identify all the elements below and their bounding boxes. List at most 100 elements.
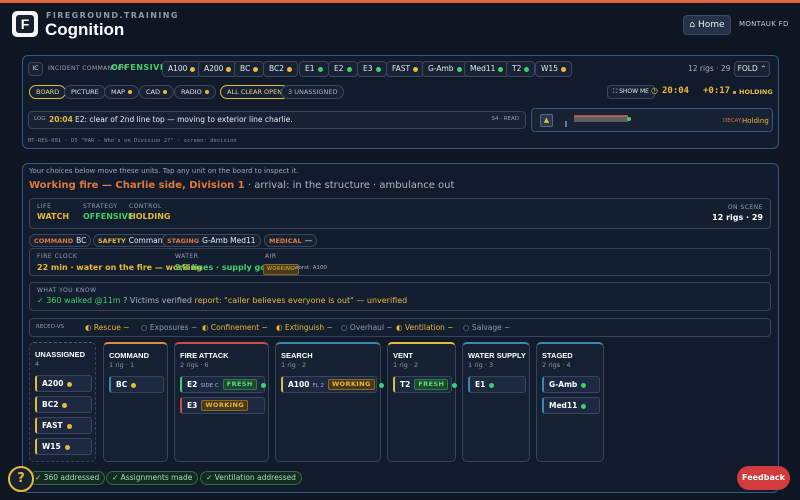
unit-chip-label: FAST (392, 64, 411, 73)
board-column-water-supply[interactable]: WATER SUPPLY 1 rig · 3 E1 (462, 342, 530, 462)
unit-status-dot (456, 66, 462, 72)
tab-picture[interactable]: PICTURE (64, 85, 106, 99)
tab-board[interactable]: BOARD (29, 85, 67, 99)
unit-card-e1[interactable]: E1 (468, 376, 526, 393)
tab-label: RADIO (181, 88, 202, 96)
unit-chip-fast[interactable]: FAST (386, 61, 425, 77)
tab-radio[interactable]: RADIO (174, 85, 216, 99)
tab-map[interactable]: MAP (104, 85, 139, 99)
know-line: ✓ 360 walked @11m ? Victims verified rep… (37, 296, 407, 305)
holding-dot (733, 90, 736, 94)
role-pill-staging[interactable]: STAGING G-Amb Med11 (162, 234, 261, 247)
unit-chip-e1[interactable]: E1 (299, 61, 329, 77)
unit-card-a200[interactable]: A200 (35, 375, 92, 392)
app-logo[interactable]: F (12, 11, 38, 37)
role-pill-command[interactable]: COMMAND BC (29, 234, 92, 247)
role-pill-safety[interactable]: SAFETY Command (93, 234, 173, 247)
unit-card-label: T2 (400, 380, 411, 389)
receo-vs-row: RECEO-VS ◐ Rescue ~ ○ Exposures ~ ◐ Confin… (29, 318, 771, 337)
board-column-vent[interactable]: VENT 1 rig · 2 T2 FRESH (387, 342, 458, 462)
holding-status: HOLDING (733, 88, 773, 96)
unit-status-dot (190, 66, 196, 72)
water-caption: WATER (175, 253, 199, 260)
column-subtitle: 4 (35, 360, 40, 368)
tab-label: CAD (146, 88, 160, 96)
unit-card-e2[interactable]: E2 SIDE C FRESH (180, 376, 266, 393)
log-tag: LOG (34, 116, 46, 122)
air-caption: AIR (265, 253, 277, 260)
unit-card-label: BC (116, 380, 128, 389)
unit-card-bc2[interactable]: BC2 (35, 396, 92, 413)
show-me-label: SHOW ME (619, 88, 649, 95)
unit-chip-e2[interactable]: E2 (328, 61, 358, 77)
unit-status-dot (66, 423, 72, 429)
fire-icon: ▲ (540, 114, 553, 127)
unit-card-label: E1 (475, 380, 486, 389)
know-caption: WHAT YOU KNOW (37, 287, 97, 294)
receo-item[interactable]: ◐ Rescue ~ (85, 323, 129, 332)
unit-card-t2[interactable]: T2 FRESH (393, 376, 458, 393)
status-box: LIFE WATCH STRATEGY OFFENSIVE CONTROL HO… (29, 198, 771, 229)
headline-main: Working fire — Charlie side, Division 1 (29, 180, 245, 191)
unit-card-a100[interactable]: A100 FL 2 WORKING (281, 376, 384, 393)
show-me-button[interactable]: ⛶ SHOW ME (607, 85, 655, 99)
role-pill-key: MEDICAL (269, 237, 302, 245)
receo-item[interactable]: ◐ Extinguish ~ (276, 323, 333, 332)
role-pill-value: G-Amb Med11 (202, 236, 256, 245)
board-column-fire-attack[interactable]: FIRE ATTACK 2 rigs · 6 E2 SIDE C FRESH E3 WORK… (174, 342, 269, 462)
unit-status-dot (131, 382, 137, 388)
board-column-staged[interactable]: STAGED 2 rigs · 4 G-Amb Med11 (536, 342, 604, 462)
fire-trend-mini[interactable]: ▲ DECAY Holding (531, 108, 773, 132)
role-pill-medical[interactable]: MEDICAL — (264, 234, 318, 247)
receo-item[interactable]: ◐ Confinement ~ (202, 323, 268, 332)
know-report: report: "caller believes everyone is out… (194, 296, 408, 305)
unit-card-label: FAST (42, 421, 63, 430)
unit-card-w15[interactable]: W15 (35, 438, 92, 455)
unit-chip-a200[interactable]: A200 (198, 61, 238, 77)
unit-card-fast[interactable]: FAST (35, 417, 92, 434)
unit-chip-t2[interactable]: T2 (506, 61, 536, 77)
fold-button[interactable]: FOLD ⌃ (734, 61, 770, 77)
column-subtitle: 1 rig · 1 (109, 361, 135, 369)
column-title: COMMAND (109, 351, 149, 360)
unit-status-dot (287, 66, 293, 72)
strategy-caption: STRATEGY (83, 203, 118, 210)
receo-item[interactable]: ◐ Ventilation ~ (396, 323, 454, 332)
unit-chip-bc[interactable]: BC (234, 61, 265, 77)
unit-chip-med11[interactable]: Med11 (464, 61, 510, 77)
air-worst: worst: A100 (294, 265, 328, 271)
role-pill-value: BC (76, 236, 87, 245)
life-value: WATCH (37, 212, 70, 221)
receo-item[interactable]: ○ Overhaul ~ (341, 323, 393, 332)
unit-chip-label: A200 (204, 64, 224, 73)
unit-card-bc[interactable]: BC (109, 376, 164, 393)
tab-cad[interactable]: CAD (139, 85, 174, 99)
unit-card-e3[interactable]: E3 WORKING (180, 397, 265, 414)
help-button[interactable]: ? (8, 466, 34, 492)
feedback-button[interactable]: Feedback (737, 466, 790, 490)
board-column-unassigned[interactable]: UNASSIGNED 4 A200 BC2 FAST W15 (29, 342, 96, 462)
radio-log[interactable]: LOG 20:04 E2: clear of 2nd line top — mo… (28, 111, 526, 129)
holding-label: HOLDING (739, 88, 773, 96)
unassigned-count[interactable]: 3 UNASSIGNED (281, 85, 345, 99)
column-title: FIRE ATTACK (180, 351, 229, 360)
board-column-command[interactable]: COMMAND 1 rig · 1 BC (103, 342, 168, 462)
unit-chip-bc2[interactable]: BC2 (263, 61, 299, 77)
column-title: WATER SUPPLY (468, 351, 526, 360)
unit-chip-e3[interactable]: E3 (357, 61, 387, 77)
log-text: E2: clear of 2nd line top — moving to ex… (75, 115, 293, 124)
home-button[interactable]: ⌂ Home (683, 15, 731, 35)
all-clear-button[interactable]: ALL CLEAR OPEN (220, 85, 290, 99)
unit-card-g-amb[interactable]: G-Amb (542, 376, 600, 393)
board-column-search[interactable]: SEARCH 1 rig · 2 A100 FL 2 WORKING (275, 342, 384, 462)
receo-item[interactable]: ○ Salvage ~ (463, 323, 510, 332)
receo-item[interactable]: ○ Exposures ~ (141, 323, 197, 332)
unit-card-location: SIDE C (200, 383, 219, 389)
unit-chip-g-amb[interactable]: G-Amb (422, 61, 468, 77)
unit-chip-a100[interactable]: A100 (162, 61, 202, 77)
unit-status-dot (524, 66, 530, 72)
unit-chip-label: W15 (541, 64, 558, 73)
unit-card-med11[interactable]: Med11 (542, 397, 600, 414)
unit-chip-w15[interactable]: W15 (535, 61, 572, 77)
onscene-value: 12 rigs · 29 (712, 213, 763, 222)
